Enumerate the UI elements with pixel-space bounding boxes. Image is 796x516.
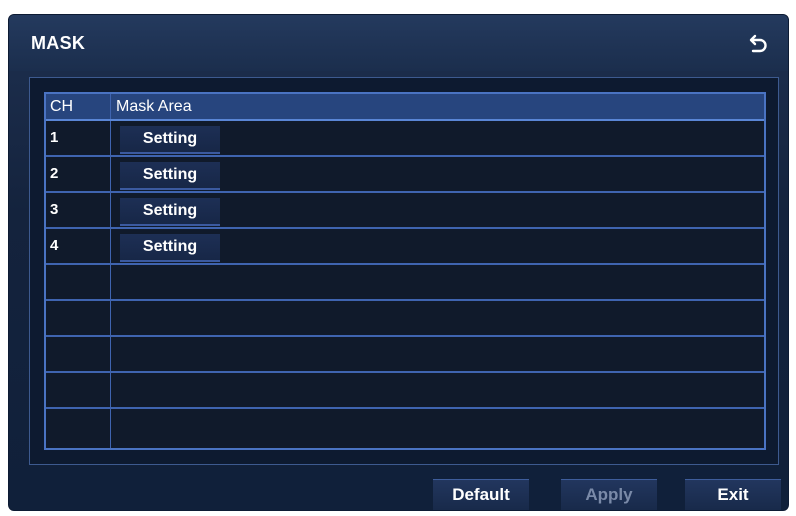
mask-table: CH Mask Area 1 Setting 2 Setting 3 Setti… [44,92,766,450]
column-separator [110,265,111,299]
channel-number: 4 [50,237,59,254]
table-row [46,301,764,337]
column-separator [110,157,111,191]
table-row: 2 Setting [46,157,764,193]
page: MASK CH Mask Area 1 Setting 2 Setting 3 … [0,0,796,516]
apply-button[interactable]: Apply [561,479,657,510]
column-separator [110,373,111,407]
setting-button-ch1[interactable]: Setting [120,126,220,154]
column-separator [110,337,111,371]
window-title: MASK [31,33,86,53]
channel-number: 3 [50,201,59,218]
table-row [46,373,764,409]
column-separator [110,94,111,119]
column-separator [110,409,111,448]
channel-number: 2 [50,165,59,182]
table-header-row: CH Mask Area [46,94,764,121]
column-separator [110,193,111,227]
table-row [46,265,764,301]
table-row: 4 Setting [46,229,764,265]
content-frame: CH Mask Area 1 Setting 2 Setting 3 Setti… [29,77,779,465]
table-row [46,337,764,373]
mask-window: MASK CH Mask Area 1 Setting 2 Setting 3 … [8,14,789,511]
exit-button[interactable]: Exit [685,479,781,510]
setting-button-ch4[interactable]: Setting [120,234,220,262]
table-row [46,409,764,448]
column-separator [110,301,111,335]
table-row: 1 Setting [46,121,764,157]
column-header-ch: CH [50,98,74,115]
channel-number: 1 [50,129,59,146]
title-bar: MASK [9,15,788,71]
column-header-mask-area: Mask Area [116,98,192,115]
setting-button-ch2[interactable]: Setting [120,162,220,190]
column-separator [110,229,111,263]
default-button[interactable]: Default [433,479,529,510]
table-row: 3 Setting [46,193,764,229]
back-arrow-icon[interactable] [744,31,770,57]
setting-button-ch3[interactable]: Setting [120,198,220,226]
column-separator [110,121,111,155]
